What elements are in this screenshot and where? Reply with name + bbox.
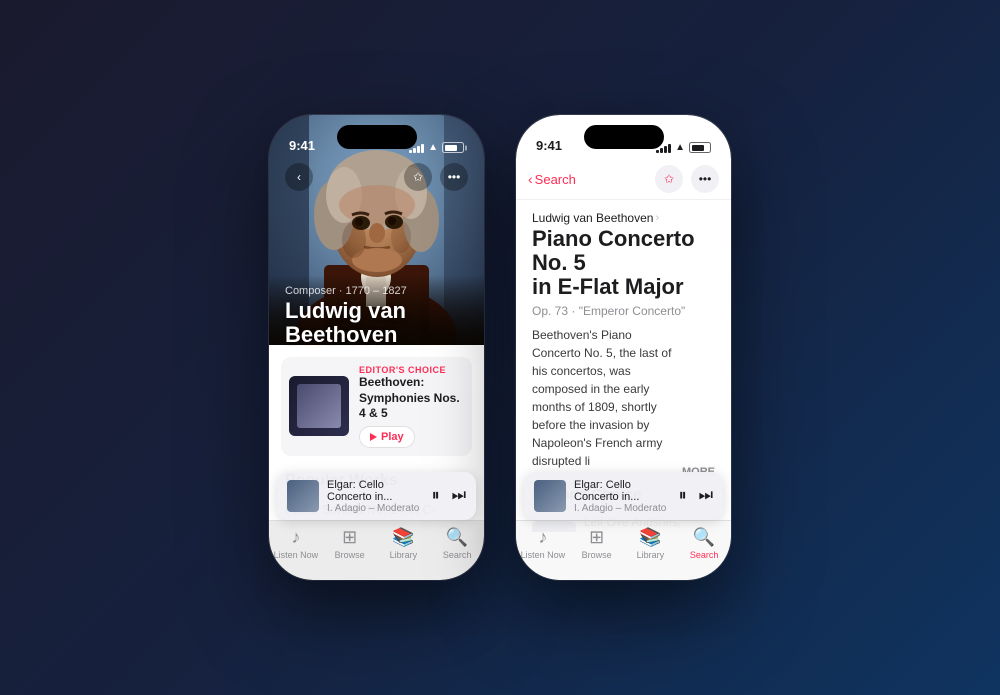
phone-1-inner: 9:41 ▲ ‹ ✩ xyxy=(269,115,484,580)
concerto-description: Beethoven's Piano Concerto No. 5, the la… xyxy=(532,326,678,470)
mini-player-title-2: Elgar: Cello Concerto in... xyxy=(574,479,671,503)
status-time-2: 9:41 xyxy=(536,138,562,155)
battery-icon-2 xyxy=(689,142,711,153)
listen-now-icon-2: ♪ xyxy=(538,527,547,548)
back-chevron: ‹ xyxy=(528,171,533,187)
tab-library-2[interactable]: 📚 Library xyxy=(624,527,678,560)
status-icons-2: ▲ xyxy=(656,142,711,155)
concerto-title: Piano Concerto No. 5in E-Flat Major xyxy=(532,227,715,300)
tab-browse-2[interactable]: ⊞ Browse xyxy=(570,527,624,560)
next-button-2[interactable]: ⏭ xyxy=(699,487,713,505)
wifi-icon-2: ▲ xyxy=(675,142,685,153)
status-icons-1: ▲ xyxy=(409,142,464,155)
phone-2: 9:41 ▲ ‹ Sea xyxy=(516,115,731,580)
tab-listen-now-2[interactable]: ♪ Listen Now xyxy=(516,527,570,560)
library-icon-2: 📚 xyxy=(639,527,661,548)
tab-search-1[interactable]: 🔍 Search xyxy=(430,527,484,560)
mini-player-title-1: Elgar: Cello Concerto in... xyxy=(327,479,424,503)
composer-chevron: › xyxy=(655,212,659,224)
battery-icon-1 xyxy=(442,142,464,153)
tab-search-2[interactable]: 🔍 Search xyxy=(677,527,731,560)
more-button-1[interactable]: ••• xyxy=(440,163,468,191)
back-button-1[interactable]: ‹ xyxy=(285,163,313,191)
nav-right-1: ✩ ••• xyxy=(404,163,468,191)
tab-label-browse-2: Browse xyxy=(582,550,612,560)
phone1-nav: ‹ ✩ ••• xyxy=(269,159,484,195)
concerto-subtitle: Op. 73 · "Emperor Concerto" xyxy=(532,304,715,318)
back-label: Search xyxy=(535,172,576,187)
artist-info: Composer · 1770 – 1827 Ludwig vanBeethov… xyxy=(285,285,407,580)
dynamic-island-2 xyxy=(584,125,664,149)
composer-name: Ludwig van Beethoven xyxy=(532,211,653,225)
artist-meta: Composer · 1770 – 1827 xyxy=(285,285,407,297)
mini-player-thumb-1 xyxy=(287,480,319,512)
artist-name: Ludwig vanBeethoven xyxy=(285,299,407,347)
phone2-nav: ‹ Search ✩ ••• xyxy=(516,159,731,200)
pause-button-2[interactable]: ⏸ xyxy=(679,487,687,505)
mini-player-thumb-2 xyxy=(534,480,566,512)
tab-label-listen-2: Listen Now xyxy=(521,550,566,560)
composer-link[interactable]: Ludwig van Beethoven › xyxy=(532,211,715,225)
phone-1: 9:41 ▲ ‹ ✩ xyxy=(269,115,484,580)
search-icon-1: 🔍 xyxy=(446,527,468,548)
status-time-1: 9:41 xyxy=(289,138,315,155)
more-button-2[interactable]: ••• xyxy=(691,165,719,193)
phone-2-inner: 9:41 ▲ ‹ Sea xyxy=(516,115,731,580)
mini-player-subtitle-2: I. Adagio – Moderato xyxy=(574,503,671,514)
star-button-1[interactable]: ✩ xyxy=(404,163,432,191)
mini-player-info-2: Elgar: Cello Concerto in... I. Adagio – … xyxy=(574,479,671,514)
mini-player-info-1: Elgar: Cello Concerto in... I. Adagio – … xyxy=(327,479,424,514)
next-button-1[interactable]: ⏭ xyxy=(452,487,466,505)
tab-label-search-2: Search xyxy=(690,550,719,560)
browse-icon-2: ⊞ xyxy=(589,527,604,548)
back-link[interactable]: ‹ Search xyxy=(528,171,576,187)
nav2-right: ✩ ••• xyxy=(655,165,719,193)
dynamic-island-1 xyxy=(337,125,417,149)
mini-player-subtitle-1: I. Adagio – Moderato xyxy=(327,503,424,514)
mini-player-1[interactable]: Elgar: Cello Concerto in... I. Adagio – … xyxy=(277,472,476,520)
tab-bar-2: ♪ Listen Now ⊞ Browse 📚 Library 🔍 Search xyxy=(516,520,731,580)
pause-button-1[interactable]: ⏸ xyxy=(432,487,440,505)
search-icon-2: 🔍 xyxy=(693,527,715,548)
star-button-2[interactable]: ✩ xyxy=(655,165,683,193)
mini-player-controls-2: ⏸ ⏭ xyxy=(679,487,713,505)
mini-player-controls-1: ⏸ ⏭ xyxy=(432,487,466,505)
mini-player-2[interactable]: Elgar: Cello Concerto in... I. Adagio – … xyxy=(524,472,723,520)
tab-label-search-1: Search xyxy=(443,550,472,560)
tab-label-library-2: Library xyxy=(637,550,665,560)
phones-container: 9:41 ▲ ‹ ✩ xyxy=(269,115,731,580)
wifi-icon-1: ▲ xyxy=(428,142,438,153)
